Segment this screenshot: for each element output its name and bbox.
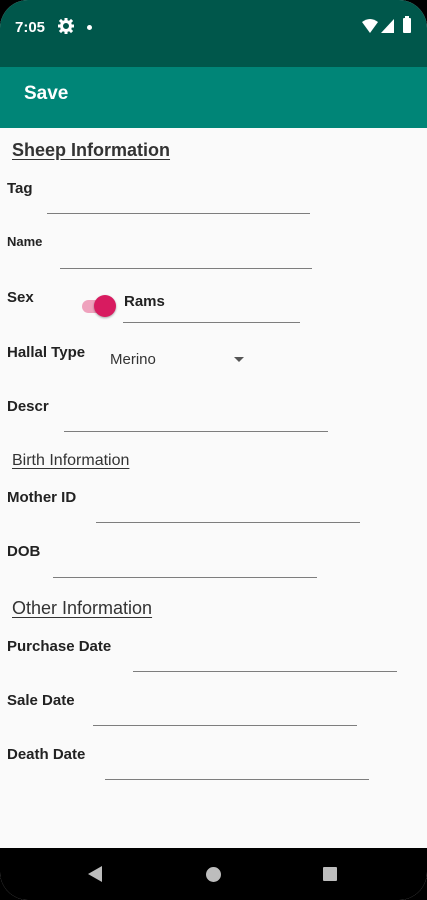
- name-field[interactable]: [60, 268, 312, 269]
- sale-date-label: Sale Date: [7, 692, 75, 709]
- save-button[interactable]: Save: [24, 83, 68, 105]
- switch-thumb: [94, 295, 116, 317]
- sex-switch-label: Rams: [124, 293, 165, 310]
- purchase-date-field[interactable]: [133, 671, 397, 672]
- wifi-icon: [362, 19, 378, 33]
- hallal-type-label: Hallal Type: [7, 344, 86, 361]
- system-nav-bar: [0, 848, 427, 900]
- name-label: Name: [7, 234, 43, 249]
- back-icon[interactable]: [88, 866, 102, 882]
- home-icon[interactable]: [206, 867, 221, 882]
- death-date-label: Death Date: [7, 746, 86, 763]
- cell-signal-icon: [381, 19, 394, 33]
- dropdown-arrow-icon: [234, 357, 244, 362]
- recents-icon[interactable]: [323, 867, 337, 881]
- section-title-birth: Birth Information: [12, 452, 130, 469]
- death-date-field[interactable]: [105, 779, 369, 780]
- section-title-other: Other Information: [12, 598, 153, 618]
- descr-label: Descr: [7, 398, 49, 415]
- hallal-type-dropdown[interactable]: Merino: [110, 349, 250, 371]
- tag-label: Tag: [7, 180, 33, 197]
- descr-field[interactable]: [64, 431, 328, 432]
- sex-underline: [123, 322, 300, 323]
- status-time: 7:05: [15, 19, 46, 36]
- section-title-sheep: Sheep Information: [12, 140, 171, 160]
- sale-date-field[interactable]: [93, 725, 357, 726]
- sex-switch[interactable]: [80, 295, 116, 317]
- gear-icon: [58, 18, 74, 34]
- hallal-type-selected: Merino: [110, 351, 156, 368]
- app-bar: Save: [0, 67, 427, 128]
- app-screen: 7:05 Save Sheep Information Tag Name Sex…: [0, 0, 427, 900]
- sex-label: Sex: [7, 289, 34, 306]
- battery-icon: [403, 16, 411, 33]
- purchase-date-label: Purchase Date: [7, 638, 112, 655]
- notification-dot-icon: [87, 25, 92, 30]
- dob-field[interactable]: [53, 577, 317, 578]
- mother-id-label: Mother ID: [7, 489, 77, 506]
- tag-field[interactable]: [47, 213, 310, 214]
- mother-id-field[interactable]: [96, 522, 360, 523]
- dob-label: DOB: [7, 543, 41, 560]
- status-bar: 7:05: [0, 0, 427, 67]
